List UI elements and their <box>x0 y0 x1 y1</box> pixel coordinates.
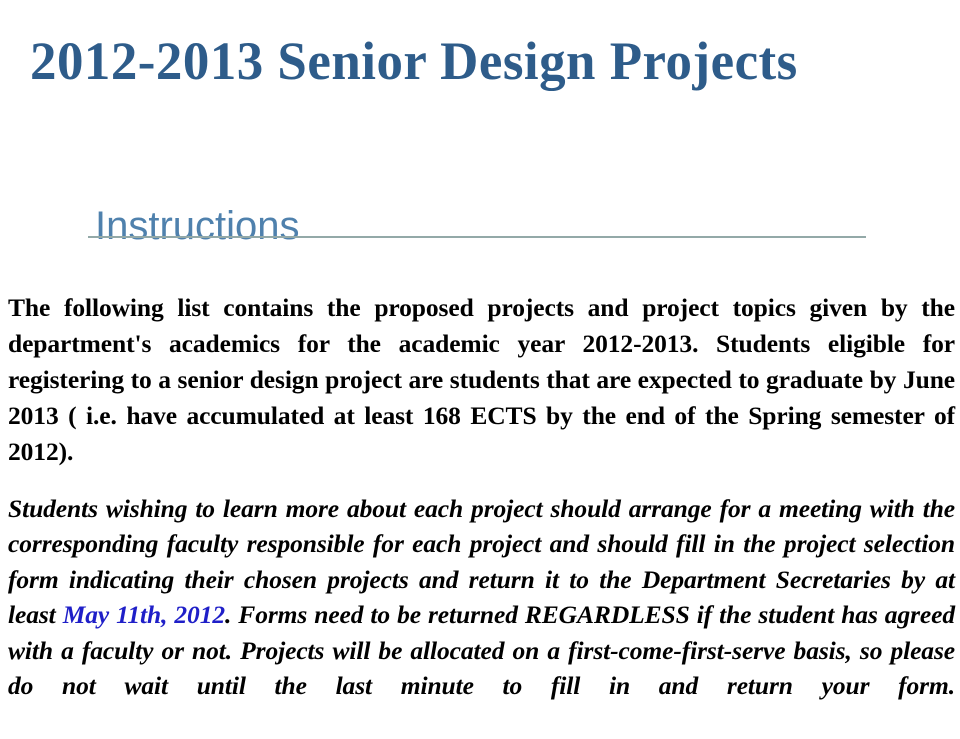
slide-page: { "slide": { "title": "2012-2013 Senior … <box>0 0 960 714</box>
instructions-paragraph-eligibility: The following list contains the proposed… <box>8 290 955 506</box>
deadline-date: May 11th, 2012 <box>63 600 225 629</box>
instructions-paragraph-procedure: Students wishing to learn more about eac… <box>8 491 955 739</box>
heading-divider <box>88 236 866 238</box>
section-heading-instructions: Instructions <box>95 201 300 251</box>
page-title: 2012-2013 Senior Design Projects <box>30 30 912 92</box>
